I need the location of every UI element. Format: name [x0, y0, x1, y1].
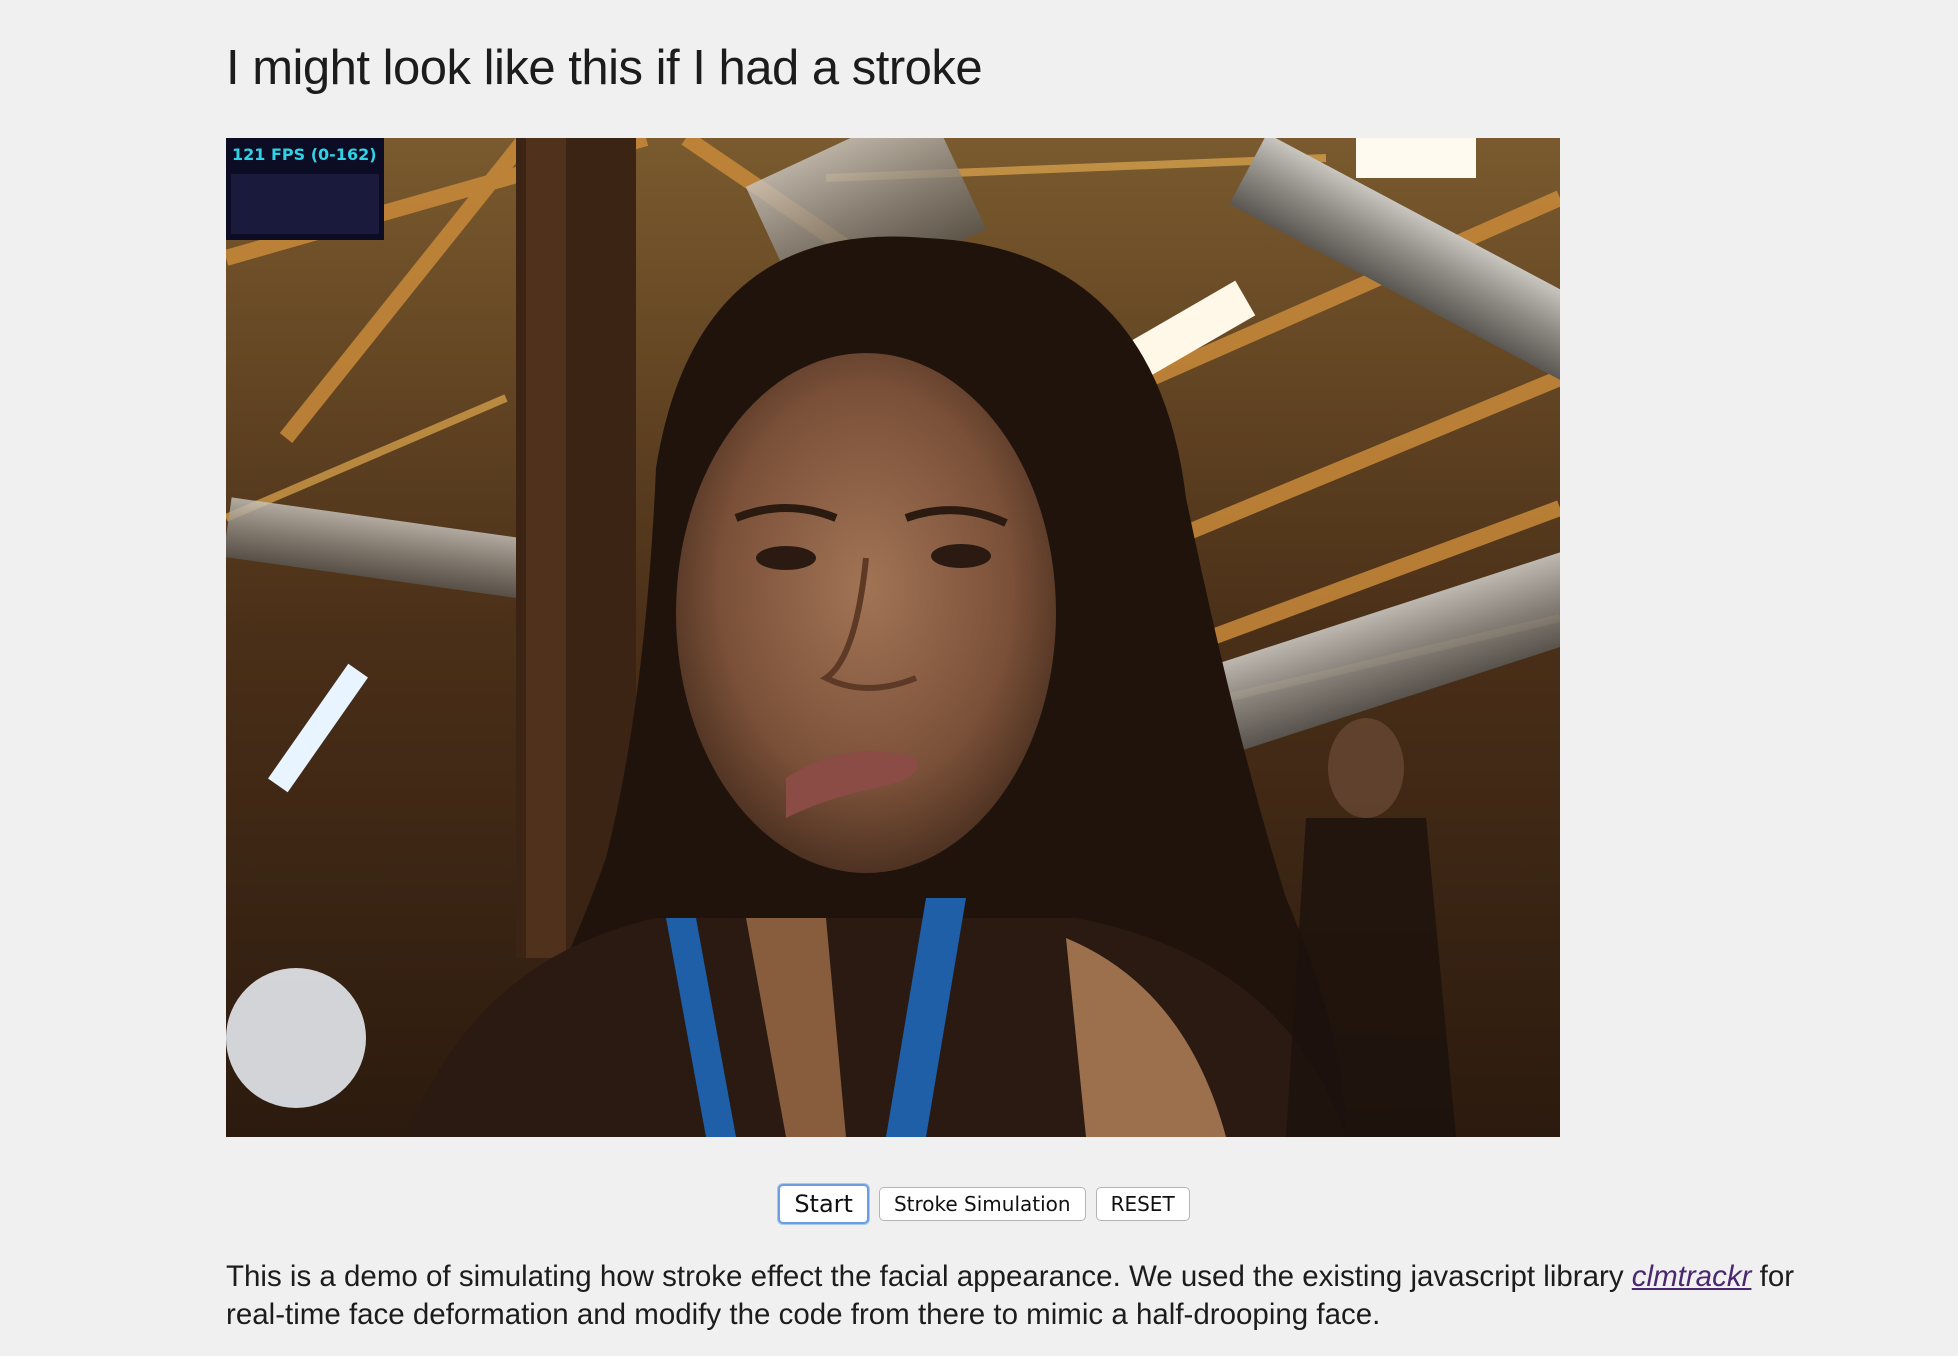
stroke-simulation-button[interactable]: Stroke Simulation [878, 1187, 1086, 1221]
description: This is a demo of simulating how stroke … [226, 1258, 1826, 1334]
fps-label: 121 FPS (0-162) [232, 145, 377, 164]
fps-graph [231, 174, 379, 234]
clmtrackr-link[interactable]: clmtrackr [1632, 1260, 1752, 1293]
control-bar: Start Stroke Simulation RESET [0, 1184, 1958, 1224]
start-button[interactable]: Start [778, 1184, 869, 1224]
page-title: I might look like this if I had a stroke [226, 41, 983, 95]
description-text-before: This is a demo of simulating how stroke … [226, 1260, 1632, 1293]
reset-button[interactable]: RESET [1095, 1187, 1190, 1221]
webcam-video [226, 138, 1560, 1137]
fps-stats-panel: 121 FPS (0-162) [226, 138, 384, 240]
